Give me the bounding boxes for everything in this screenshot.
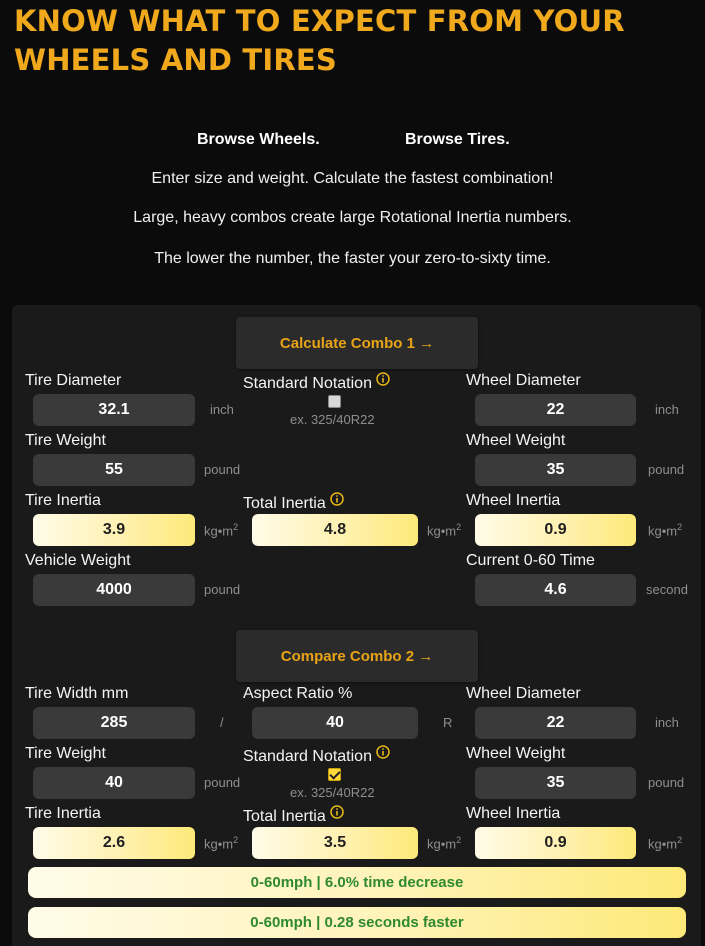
vehicle-weight-unit: pound <box>204 582 241 597</box>
vehicle-weight-input[interactable]: 4000 <box>33 574 195 606</box>
tire-diameter-unit: inch <box>210 402 234 417</box>
total-inertia-unit: kg•m2 <box>427 522 462 539</box>
current-time-unit: second <box>646 582 688 597</box>
browse-wheels-link[interactable]: Browse Wheels. <box>197 131 320 149</box>
wheel-diameter-unit: inch <box>655 402 679 417</box>
tire-weight-2-input[interactable]: 40 <box>33 767 195 799</box>
browse-tires-link[interactable]: Browse Tires. <box>405 131 510 149</box>
wheel-inertia-output: 0.9 <box>475 514 636 546</box>
tire-inertia-2-label: Tire Inertia <box>25 805 101 822</box>
standard-notation-hint: ex. 325/40R22 <box>290 412 375 427</box>
tire-weight-input[interactable]: 55 <box>33 454 195 486</box>
tire-weight-2-unit: pound <box>204 775 241 790</box>
wheel-diameter-2-input[interactable]: 22 <box>475 707 636 739</box>
intro-text-3: The lower the number, the faster your ze… <box>154 250 551 267</box>
wheel-inertia-label: Wheel Inertia <box>466 492 561 509</box>
calculate-combo-1-button[interactable]: Calculate Combo 1 → <box>236 317 478 369</box>
r-separator: R <box>443 715 453 730</box>
page-title-line2: WHEELS AND TIRES <box>14 43 338 77</box>
wheel-weight-2-unit: pound <box>648 775 685 790</box>
current-time-label: Current 0-60 Time <box>466 552 595 569</box>
compare-combo-2-button[interactable]: Compare Combo 2 → <box>236 630 478 682</box>
info-icon[interactable] <box>376 745 390 764</box>
wheel-inertia-2-unit: kg•m2 <box>648 835 683 852</box>
total-inertia-2-label: Total Inertia <box>243 805 344 826</box>
vehicle-weight-label: Vehicle Weight <box>25 552 131 569</box>
slash-separator: / <box>220 715 224 730</box>
tire-diameter-label: Tire Diameter <box>25 372 122 389</box>
page-title-line1: KNOW WHAT TO EXPECT FROM YOUR <box>14 4 625 38</box>
intro-text-1: Enter size and weight. Calculate the fas… <box>151 170 554 187</box>
current-time-input[interactable]: 4.6 <box>475 574 636 606</box>
tire-diameter-input[interactable]: 32.1 <box>33 394 195 426</box>
wheel-diameter-2-unit: inch <box>655 715 679 730</box>
tire-inertia-unit: kg•m2 <box>204 522 239 539</box>
result-percent-banner: 0-60mph | 6.0% time decrease <box>28 867 686 898</box>
standard-notation-checkbox-1[interactable] <box>328 395 341 408</box>
aspect-ratio-input[interactable]: 40 <box>252 707 418 739</box>
standard-notation-2-label: Standard Notation <box>243 745 390 766</box>
tire-width-input[interactable]: 285 <box>33 707 195 739</box>
wheel-diameter-input[interactable]: 22 <box>475 394 636 426</box>
total-inertia-output: 4.8 <box>252 514 418 546</box>
tire-inertia-2-output: 2.6 <box>33 827 195 859</box>
info-icon[interactable] <box>329 805 344 824</box>
tire-weight-label: Tire Weight <box>25 432 106 449</box>
wheel-diameter-2-label: Wheel Diameter <box>466 685 581 702</box>
standard-notation-checkbox-2[interactable] <box>328 768 341 781</box>
tire-inertia-label: Tire Inertia <box>25 492 101 509</box>
standard-notation-label: Standard Notation <box>243 372 390 393</box>
result-seconds-banner: 0-60mph | 0.28 seconds faster <box>28 907 686 938</box>
info-icon[interactable] <box>376 372 390 391</box>
aspect-ratio-label: Aspect Ratio % <box>243 685 353 702</box>
wheel-weight-2-input[interactable]: 35 <box>475 767 636 799</box>
standard-notation-2-hint: ex. 325/40R22 <box>290 785 375 800</box>
wheel-weight-unit: pound <box>648 462 685 477</box>
tire-weight-2-label: Tire Weight <box>25 745 106 762</box>
tire-weight-unit: pound <box>204 462 241 477</box>
wheel-weight-input[interactable]: 35 <box>475 454 636 486</box>
total-inertia-label: Total Inertia <box>243 492 344 513</box>
wheel-inertia-unit: kg•m2 <box>648 522 683 539</box>
wheel-weight-label: Wheel Weight <box>466 432 566 449</box>
tire-inertia-output: 3.9 <box>33 514 195 546</box>
intro-text-2: Large, heavy combos create large Rotatio… <box>133 209 572 226</box>
wheel-diameter-label: Wheel Diameter <box>466 372 581 389</box>
page-title: KNOW WHAT TO EXPECT FROM YOUR WHEELS AND… <box>14 2 694 80</box>
tire-inertia-2-unit: kg•m2 <box>204 835 239 852</box>
total-inertia-2-output: 3.5 <box>252 827 418 859</box>
tire-width-label: Tire Width mm <box>25 685 129 702</box>
wheel-inertia-2-label: Wheel Inertia <box>466 805 561 822</box>
info-icon[interactable] <box>329 492 344 511</box>
wheel-inertia-2-output: 0.9 <box>475 827 636 859</box>
total-inertia-2-unit: kg•m2 <box>427 835 462 852</box>
wheel-weight-2-label: Wheel Weight <box>466 745 566 762</box>
